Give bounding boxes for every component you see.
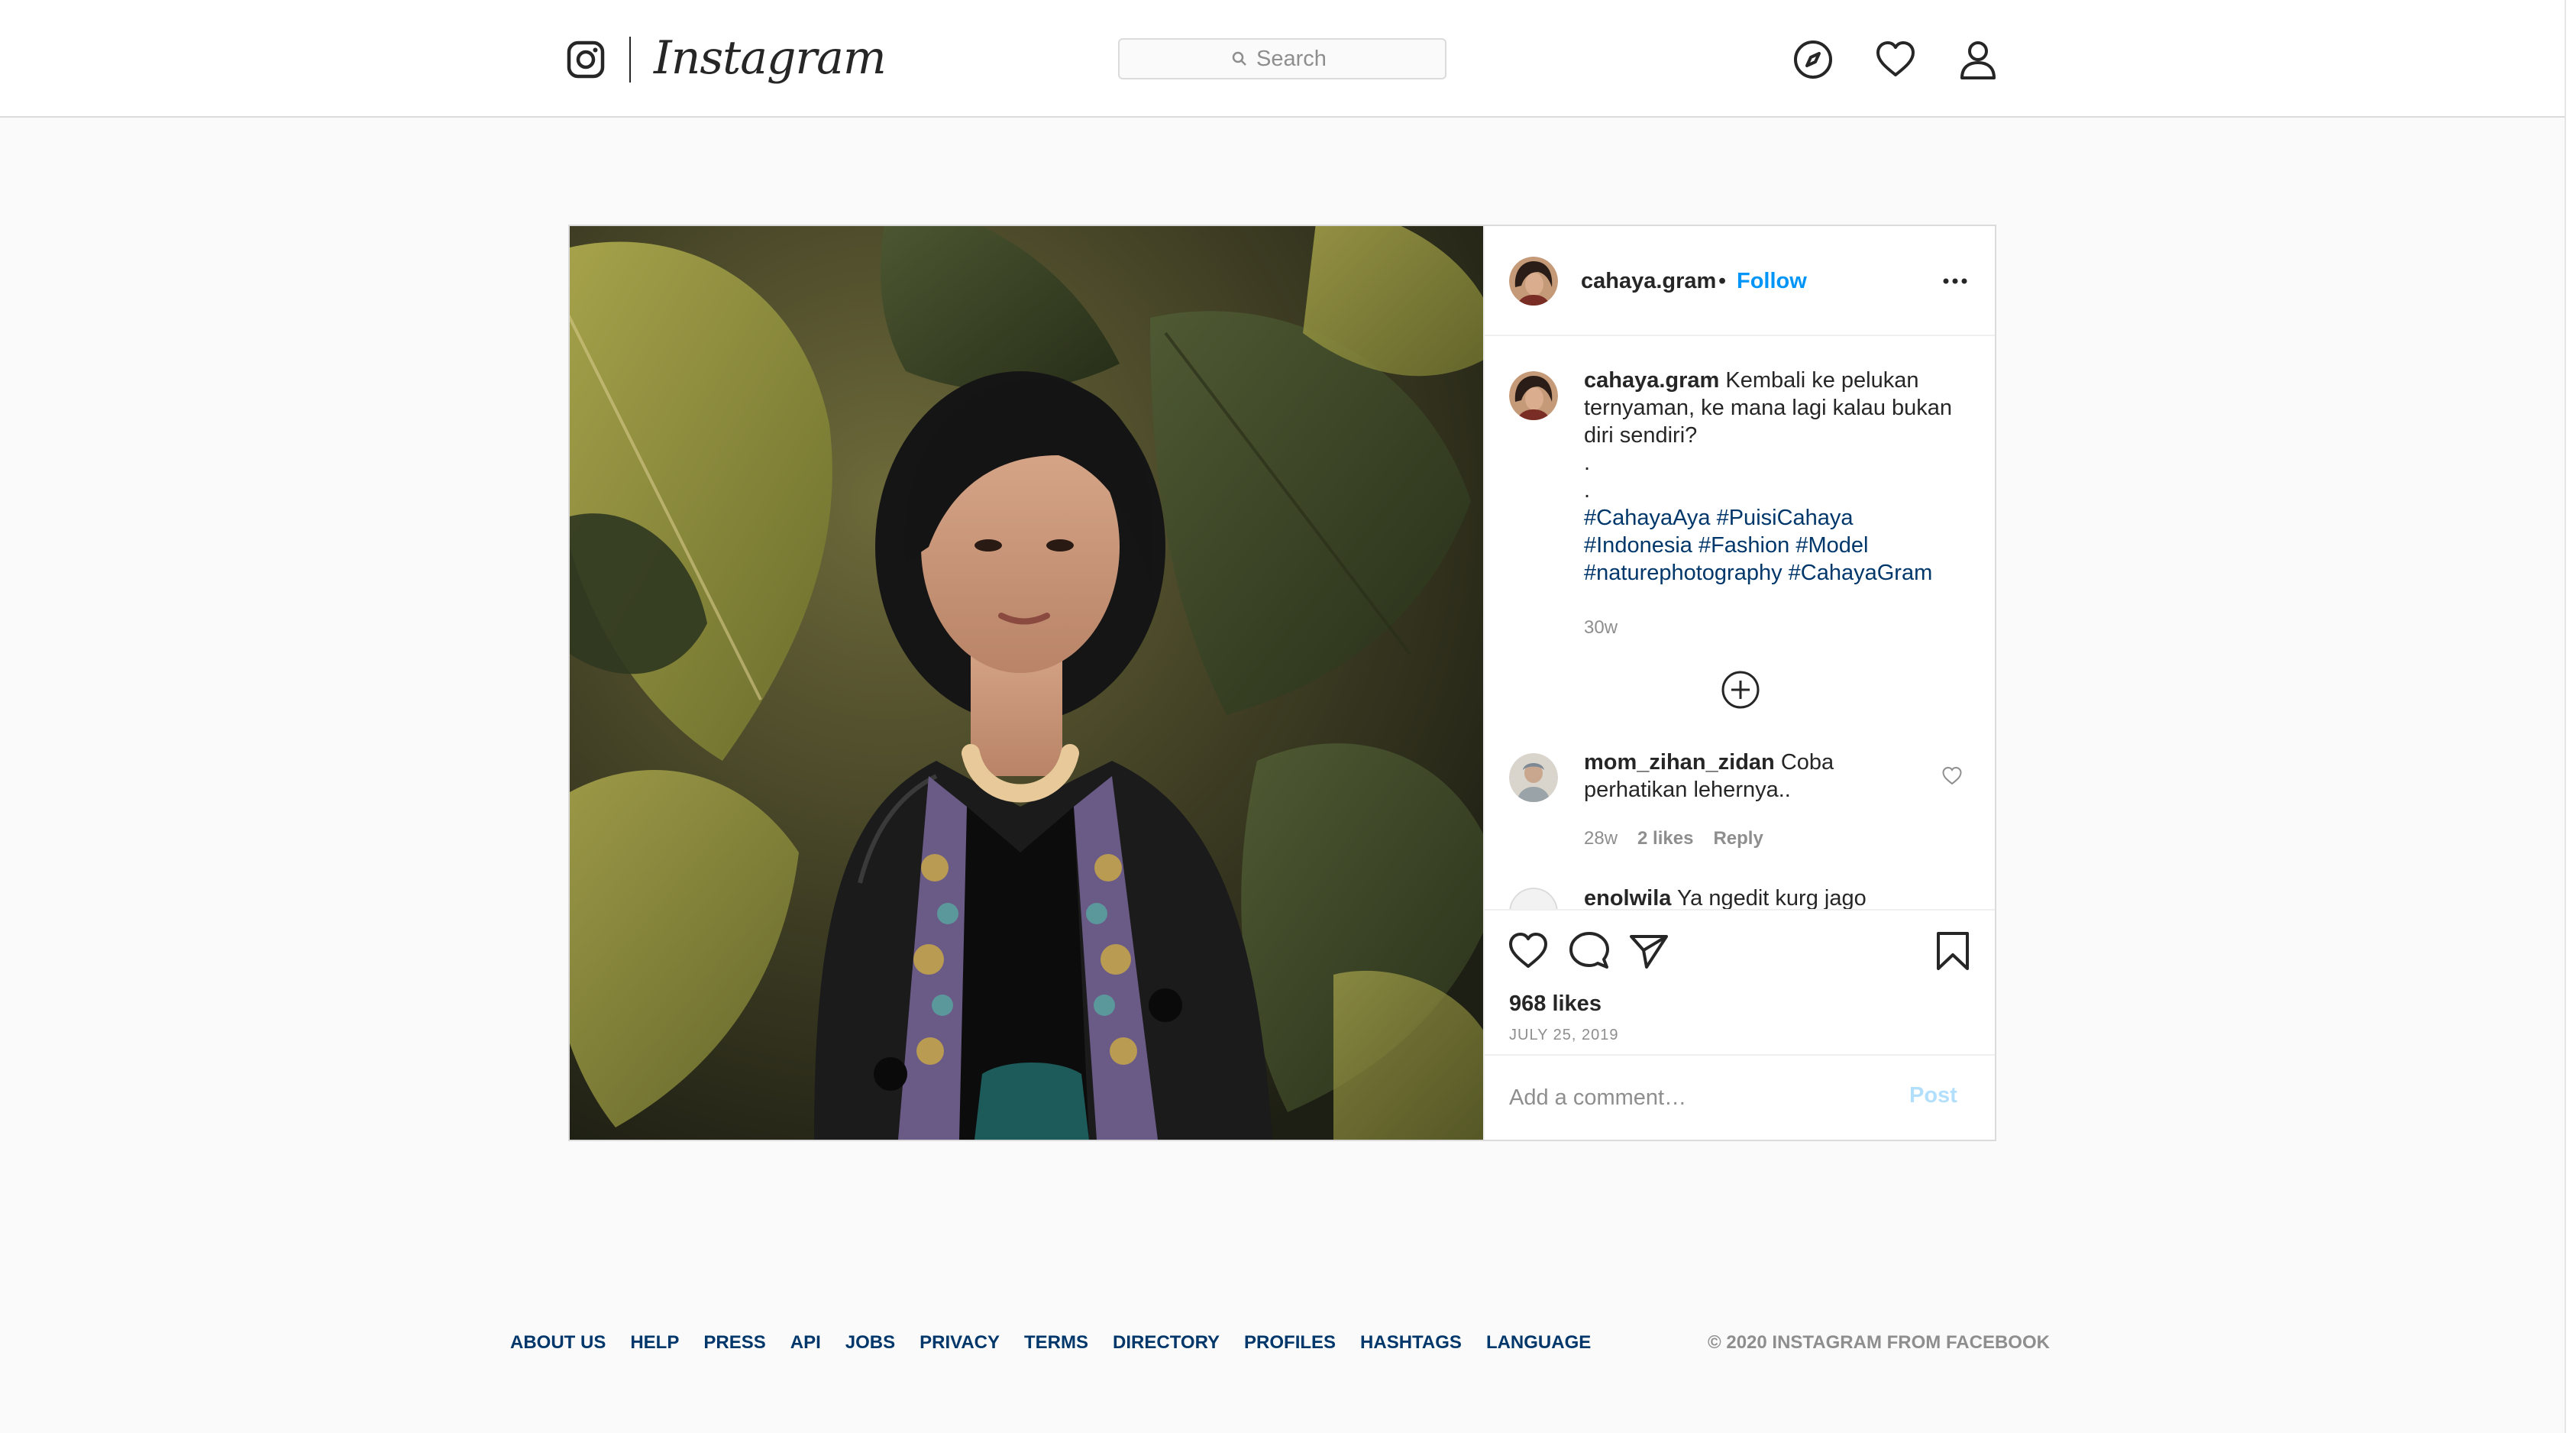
top-navbar: Instagram — [0, 0, 2565, 118]
footer-link-terms[interactable]: TERMS — [1024, 1332, 1088, 1354]
post-caption: cahaya.gram Kembali ke pelukan ternyaman… — [1584, 367, 1966, 587]
logo-divider — [629, 37, 631, 82]
separator-dot: • — [1718, 269, 1727, 293]
commenter-avatar[interactable] — [1509, 753, 1558, 802]
footer-link-directory[interactable]: DIRECTORY — [1113, 1332, 1220, 1354]
page-scrollbar[interactable] — [2565, 0, 2576, 1433]
comment-body: mom_zihan_zidan Coba perhatikan lehernya… — [1584, 749, 1905, 804]
author-avatar[interactable] — [1509, 257, 1558, 306]
comment-likes-count[interactable]: 2 likes — [1637, 828, 1693, 849]
footer-link-jobs[interactable]: JOBS — [845, 1332, 895, 1354]
footer-link-api[interactable]: API — [790, 1332, 821, 1354]
post-header: cahaya.gram • Follow — [1485, 226, 1995, 336]
search-input[interactable] — [1256, 46, 1333, 72]
caption-username[interactable]: cahaya.gram — [1584, 368, 1719, 393]
load-more-comments-icon[interactable] — [1720, 669, 1761, 710]
post-actions: 968 likes JULY 25, 2019 — [1485, 909, 1995, 1054]
footer-link-profiles[interactable]: PROFILES — [1244, 1332, 1336, 1354]
comment-body: enolwila Ya ngedit kurg jago — [1584, 885, 1966, 909]
caption-hashtags[interactable]: #naturephotography #CahayaGram — [1584, 561, 1932, 585]
comment-like-heart-icon[interactable] — [1941, 765, 1963, 787]
follow-button[interactable]: Follow — [1737, 264, 1807, 298]
comments-section[interactable]: cahaya.gram Kembali ke pelukan ternyaman… — [1485, 336, 1995, 909]
post-photo[interactable] — [570, 226, 1483, 1140]
footer-link-privacy[interactable]: PRIVACY — [920, 1332, 1000, 1354]
profile-icon[interactable] — [1957, 38, 1999, 81]
save-bookmark-icon[interactable] — [1932, 930, 1973, 972]
post-card: cahaya.gram • Follow cahaya.gram Kembali… — [568, 225, 1996, 1141]
activity-heart-icon[interactable] — [1874, 38, 1917, 81]
caption-author-avatar[interactable] — [1509, 371, 1558, 420]
explore-compass-icon[interactable] — [1792, 38, 1834, 81]
caption-dot: . — [1584, 478, 1591, 503]
likes-count[interactable]: 968 likes — [1509, 991, 1602, 1017]
comment-input[interactable] — [1509, 1079, 1891, 1117]
caption-hashtags[interactable]: #Indonesia #Fashion #Model — [1584, 533, 1868, 558]
comment-username[interactable]: mom_zihan_zidan — [1584, 750, 1775, 775]
footer-links: ABOUT US HELP PRESS API JOBS PRIVACY TER… — [510, 1332, 1591, 1354]
share-direct-icon[interactable] — [1628, 930, 1669, 972]
footer-link-about-us[interactable]: ABOUT US — [510, 1332, 606, 1354]
add-comment-bar: Post — [1485, 1054, 1995, 1140]
comment-reply-button[interactable]: Reply — [1713, 828, 1763, 849]
comment-username[interactable]: enolwila — [1584, 886, 1671, 909]
instagram-wordmark-logo[interactable]: Instagram — [654, 27, 887, 89]
post-photo-illustration — [570, 226, 1483, 1140]
post-date[interactable]: JULY 25, 2019 — [1509, 1027, 1618, 1044]
caption-hashtags[interactable]: #CahayaAya #PuisiCahaya — [1584, 506, 1854, 530]
comment-text: Ya ngedit kurg jago — [1676, 886, 1867, 909]
search-icon — [1232, 51, 1246, 66]
comment-timestamp[interactable]: 28w — [1584, 828, 1618, 849]
footer-link-hashtags[interactable]: HASHTAGS — [1360, 1332, 1462, 1354]
post-comment-button[interactable]: Post — [1909, 1083, 1957, 1108]
comment-bubble-icon[interactable] — [1569, 930, 1610, 972]
footer-link-press[interactable]: PRESS — [703, 1332, 765, 1354]
comment-meta: 28w 2 likes Reply — [1584, 828, 1763, 849]
footer-link-help[interactable]: HELP — [630, 1332, 679, 1354]
footer-link-language[interactable]: LANGUAGE — [1486, 1332, 1591, 1354]
caption-timestamp[interactable]: 30w — [1584, 617, 1618, 639]
footer-copyright: © 2020 INSTAGRAM FROM FACEBOOK — [1708, 1332, 2050, 1353]
like-heart-icon[interactable] — [1508, 930, 1549, 972]
commenter-avatar[interactable] — [1509, 888, 1558, 909]
search-bar[interactable] — [1118, 38, 1446, 79]
post-side-panel: cahaya.gram • Follow cahaya.gram Kembali… — [1483, 226, 1995, 1140]
instagram-camera-logo-icon[interactable] — [567, 40, 605, 79]
more-options-icon[interactable] — [1940, 266, 1970, 296]
caption-dot: . — [1584, 451, 1591, 475]
post-author-username[interactable]: cahaya.gram — [1581, 264, 1716, 298]
